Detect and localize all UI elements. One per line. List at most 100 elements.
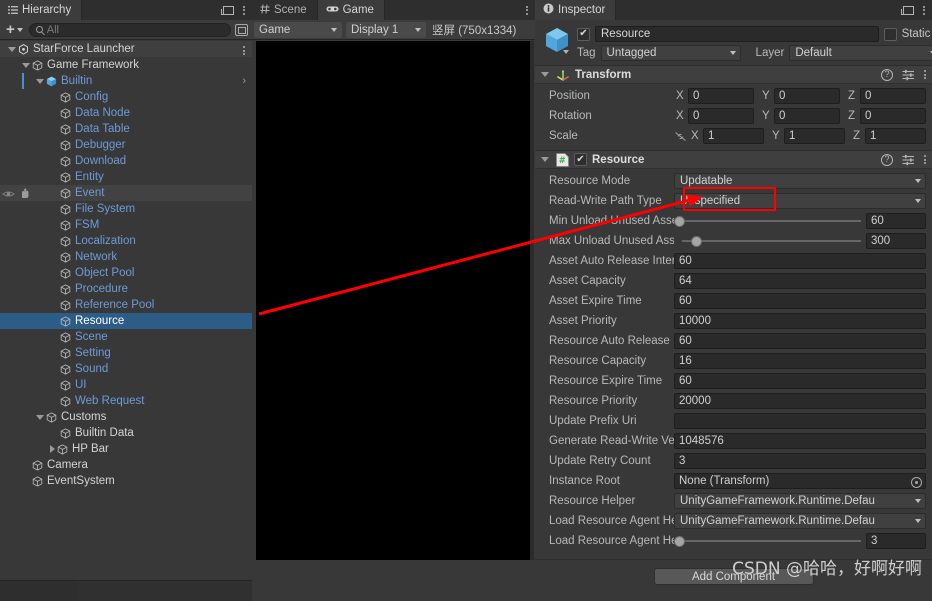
hierarchy-tree[interactable]: StarForce Launcher Game Framework Builtin ›… (0, 41, 252, 580)
hierarchy-menu-icon[interactable] (243, 5, 245, 15)
property-text-input[interactable]: 10000 (674, 313, 926, 329)
property-text-input[interactable]: 1048576 (674, 433, 926, 449)
axis-input[interactable]: 0 (860, 88, 926, 104)
hierarchy-item-sound[interactable]: Sound (0, 361, 252, 377)
tab-game[interactable]: Game (317, 0, 385, 20)
hierarchy-item-hp-bar[interactable]: HP Bar (0, 441, 252, 457)
tag-dropdown[interactable]: Untagged (600, 45, 741, 61)
expand-triangle-icon[interactable] (22, 62, 30, 68)
axis-input[interactable]: 0 (860, 108, 926, 124)
property-text-input[interactable]: 60 (674, 333, 926, 349)
axis-input[interactable]: 0 (774, 88, 840, 104)
gameobject-enabled-checkbox[interactable]: ✔ (577, 27, 590, 41)
hierarchy-item-event[interactable]: Event (0, 185, 252, 201)
slider-knob[interactable] (674, 215, 685, 227)
hierarchy-item-localization[interactable]: Localization (0, 233, 252, 249)
object-reference-field[interactable]: None (Transform) (674, 473, 926, 489)
property-dropdown[interactable]: UnityGameFramework.Runtime.Defau (674, 513, 926, 529)
gameobject-name-input[interactable]: Resource (595, 26, 879, 42)
window-layout-icon[interactable] (221, 5, 234, 15)
tab-scene[interactable]: Scene (252, 0, 318, 20)
property-text-input[interactable]: 16 (674, 353, 926, 369)
hierarchy-item-resource[interactable]: Resource (0, 313, 252, 329)
hierarchy-item-starforce-launcher[interactable]: StarForce Launcher (0, 41, 252, 57)
property-slider[interactable] (674, 233, 861, 249)
hierarchy-item-entity[interactable]: Entity (0, 169, 252, 185)
axis-input[interactable]: 0 (688, 108, 754, 124)
component-menu-icon[interactable] (924, 70, 926, 79)
scene-visibility-icon[interactable] (235, 23, 248, 36)
preset-icon[interactable] (902, 154, 915, 166)
property-dropdown[interactable]: UnityGameFramework.Runtime.Defau (674, 493, 926, 509)
property-text-input[interactable]: 64 (674, 273, 926, 289)
expand-triangle-icon[interactable] (541, 72, 549, 77)
pickability-hand-icon[interactable] (19, 188, 30, 199)
axis-input[interactable]: 1 (865, 128, 926, 144)
hierarchy-item-file-system[interactable]: File System (0, 201, 252, 217)
slider-number-input[interactable]: 3 (866, 533, 926, 549)
property-slider[interactable] (674, 533, 861, 549)
axis-input[interactable]: 1 (784, 128, 845, 144)
create-object-button[interactable]: + (4, 22, 25, 37)
slider-number-input[interactable]: 60 (866, 213, 926, 229)
hierarchy-item-scene[interactable]: Scene (0, 329, 252, 345)
hierarchy-item-ui[interactable]: UI (0, 377, 252, 393)
hierarchy-item-builtin-data[interactable]: Builtin Data (0, 425, 252, 441)
property-slider[interactable] (674, 213, 861, 229)
slider-knob[interactable] (674, 535, 685, 547)
component-menu-icon[interactable] (924, 155, 926, 164)
hierarchy-item-setting[interactable]: Setting (0, 345, 252, 361)
preset-icon[interactable] (902, 69, 915, 81)
hierarchy-item-config[interactable]: Config (0, 89, 252, 105)
window-layout-icon[interactable] (901, 5, 914, 15)
hierarchy-item-customs[interactable]: Customs (0, 409, 252, 425)
object-picker-icon[interactable] (911, 476, 922, 488)
expand-triangle-icon[interactable] (36, 78, 44, 84)
hierarchy-item-download[interactable]: Download (0, 153, 252, 169)
expand-triangle-icon[interactable] (50, 445, 55, 453)
component-enabled-checkbox[interactable]: ✔ (574, 153, 587, 166)
gameview-scrollbar[interactable] (530, 41, 534, 560)
static-checkbox[interactable]: x (883, 27, 897, 41)
hierarchy-item-web-request[interactable]: Web Request (0, 393, 252, 409)
gameobject-icon[interactable] (543, 26, 571, 54)
inspector-menu-icon[interactable] (923, 5, 925, 15)
hierarchy-item-game-framework[interactable]: Game Framework (0, 57, 252, 73)
tab-hierarchy[interactable]: Hierarchy (0, 0, 83, 20)
axis-input[interactable]: 1 (703, 128, 764, 144)
constrain-proportions-off-icon[interactable] (674, 131, 687, 142)
target-display-dropdown[interactable]: Game (254, 21, 342, 38)
slider-number-input[interactable]: 300 (866, 233, 926, 249)
layer-dropdown[interactable]: Default (789, 45, 932, 61)
expand-triangle-icon[interactable] (541, 157, 549, 162)
aspect-ratio-label[interactable]: 竖屏 (750x1334) (428, 22, 520, 38)
expand-triangle-icon[interactable] (36, 414, 44, 420)
help-icon[interactable]: ? (881, 153, 893, 166)
property-text-input[interactable]: 20000 (674, 393, 926, 409)
component-header-transform[interactable]: Transform? (535, 65, 932, 84)
slider-knob[interactable] (690, 235, 702, 247)
property-text-input[interactable] (674, 413, 926, 429)
hierarchy-row-menu-icon[interactable] (243, 46, 245, 55)
hierarchy-item-camera[interactable]: Camera (0, 457, 252, 473)
hierarchy-item-procedure[interactable]: Procedure (0, 281, 252, 297)
hierarchy-search-input[interactable]: All (28, 22, 231, 37)
hierarchy-item-object-pool[interactable]: Object Pool (0, 265, 252, 281)
game-render-canvas[interactable] (256, 41, 531, 560)
display-dropdown[interactable]: Display 1 (346, 21, 426, 38)
hierarchy-item-data-node[interactable]: Data Node (0, 105, 252, 121)
open-prefab-chevron-icon[interactable]: › (242, 73, 246, 89)
hierarchy-item-data-table[interactable]: Data Table (0, 121, 252, 137)
hierarchy-item-fsm[interactable]: FSM (0, 217, 252, 233)
hierarchy-item-builtin[interactable]: Builtin › (0, 73, 252, 89)
property-text-input[interactable]: 60 (674, 293, 926, 309)
help-icon[interactable]: ? (881, 68, 893, 81)
visibility-eye-icon[interactable] (2, 189, 15, 197)
hierarchy-item-debugger[interactable]: Debugger (0, 137, 252, 153)
hierarchy-item-eventsystem[interactable]: EventSystem (0, 473, 252, 489)
hierarchy-item-network[interactable]: Network (0, 249, 252, 265)
axis-input[interactable]: 0 (774, 108, 840, 124)
property-text-input[interactable]: 60 (674, 373, 926, 389)
gameview-menu-icon[interactable] (526, 5, 528, 15)
property-text-input[interactable]: 3 (674, 453, 926, 469)
